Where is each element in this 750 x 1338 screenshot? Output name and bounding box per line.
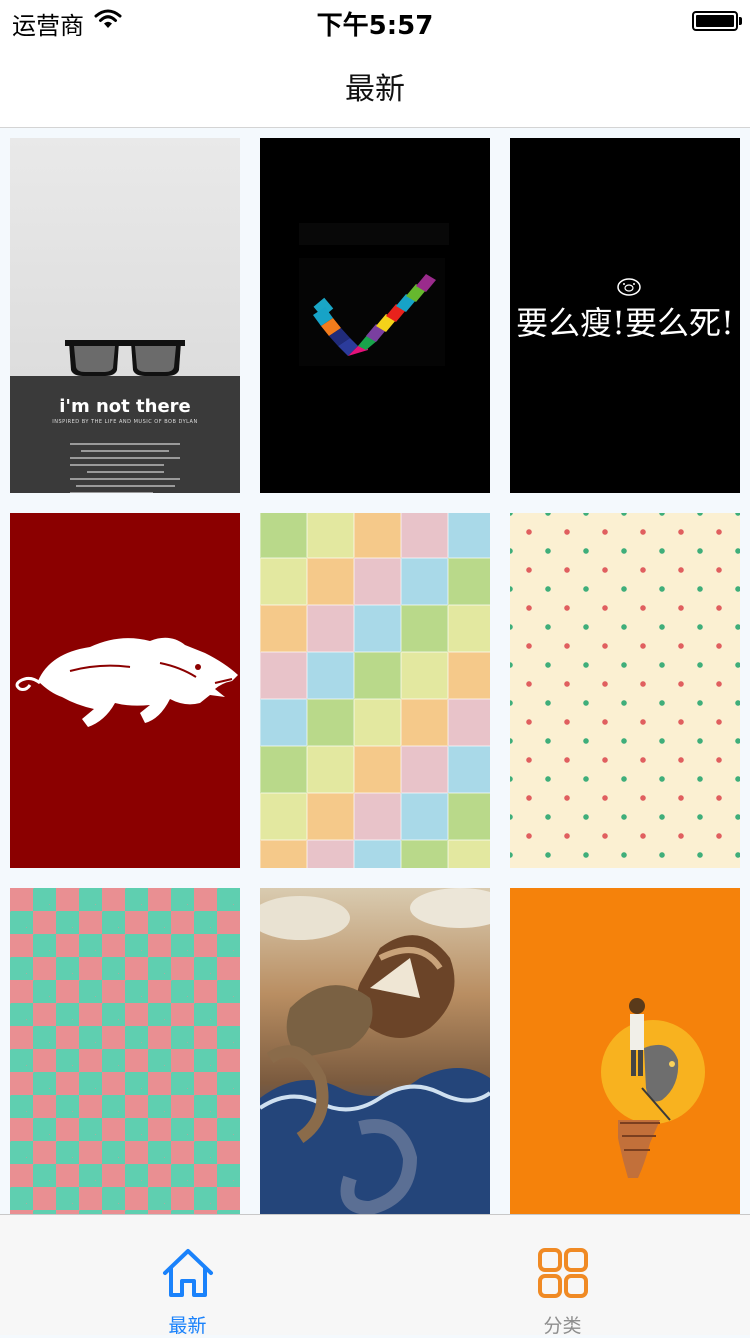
wallpaper-grid[interactable]: i'm not there INSPIRED BY THE LIFE AND M… bbox=[0, 128, 750, 1214]
tab-bar: 最新 分类 bbox=[0, 1214, 750, 1337]
quilt-patch bbox=[307, 699, 354, 746]
wallpaper-tile[interactable] bbox=[510, 513, 740, 868]
quilt-patch bbox=[354, 746, 401, 793]
quilt-patch bbox=[401, 558, 448, 605]
wallpaper-tile[interactable] bbox=[510, 888, 740, 1214]
checkmark-icon bbox=[313, 274, 436, 356]
wallpaper-tile[interactable] bbox=[10, 513, 240, 868]
quilt-patch bbox=[260, 699, 307, 746]
quilt-patch bbox=[448, 746, 490, 793]
quilt-patch bbox=[401, 746, 448, 793]
quilt-patch bbox=[260, 793, 307, 840]
quilt-patch bbox=[354, 840, 401, 868]
quilt-patch bbox=[354, 558, 401, 605]
battery-icon bbox=[692, 11, 742, 31]
quilt-patch bbox=[354, 605, 401, 652]
grid-icon bbox=[538, 1248, 588, 1298]
poster-title: i'm not there bbox=[59, 396, 191, 417]
quilt-patch bbox=[448, 699, 490, 746]
quilt-patch bbox=[354, 793, 401, 840]
lion-king-parody-illustration bbox=[618, 998, 679, 1178]
quilt-patch bbox=[307, 840, 354, 868]
octopus-illustration bbox=[260, 888, 490, 1214]
quilt-patch bbox=[260, 605, 307, 652]
sunglasses-icon bbox=[65, 340, 185, 376]
wallpaper-tile[interactable] bbox=[260, 138, 490, 493]
wallpaper-caption: 要么瘦!要么死! bbox=[516, 304, 734, 342]
quilt-patch bbox=[307, 746, 354, 793]
poster-credits bbox=[70, 443, 180, 493]
status-bar: 运营商 下午5:57 bbox=[0, 0, 750, 41]
home-icon bbox=[163, 1249, 213, 1297]
quilt-patch bbox=[307, 558, 354, 605]
quilt-patch bbox=[307, 793, 354, 840]
quilt-patch bbox=[307, 605, 354, 652]
quilt-patch bbox=[448, 652, 490, 699]
quilt-patch bbox=[307, 513, 354, 558]
quilt-patch bbox=[401, 699, 448, 746]
quilt-patch bbox=[260, 840, 307, 868]
wallpaper-tile[interactable] bbox=[260, 888, 490, 1214]
wallpaper-tile[interactable] bbox=[10, 888, 240, 1214]
tab-latest[interactable]: 最新 bbox=[0, 1215, 375, 1337]
status-time: 下午5:57 bbox=[316, 11, 434, 41]
razorback-hog-icon bbox=[15, 637, 238, 727]
quilt-patch bbox=[354, 652, 401, 699]
page-title: 最新 bbox=[345, 72, 405, 107]
quilt-patch bbox=[354, 513, 401, 558]
quilt-patch bbox=[354, 699, 401, 746]
quilt-patch bbox=[448, 558, 490, 605]
wallpaper-tile[interactable]: 要么瘦!要么死! bbox=[510, 138, 740, 493]
navigation-bar: 最新 bbox=[0, 40, 750, 128]
quilt-patch bbox=[260, 513, 307, 558]
quilt-patch bbox=[401, 840, 448, 868]
quilt-patch bbox=[401, 513, 448, 558]
quilt-patch bbox=[307, 652, 354, 699]
quilt-patch bbox=[401, 793, 448, 840]
pig-doodle-icon bbox=[617, 278, 641, 296]
quilt-patch bbox=[448, 793, 490, 840]
quilt-patch bbox=[448, 840, 490, 868]
quilt-patch bbox=[448, 605, 490, 652]
quilt-patch bbox=[260, 558, 307, 605]
poster-subtitle: INSPIRED BY THE LIFE AND MUSIC OF BOB DY… bbox=[52, 419, 198, 425]
quilt-patch bbox=[260, 746, 307, 793]
tab-category[interactable]: 分类 bbox=[375, 1215, 750, 1337]
quilt-patch bbox=[260, 652, 307, 699]
wallpaper-tile[interactable]: i'm not there INSPIRED BY THE LIFE AND M… bbox=[10, 138, 240, 493]
quilt-patch bbox=[401, 652, 448, 699]
quilt-patch bbox=[448, 513, 490, 558]
wallpaper-tile[interactable] bbox=[260, 513, 490, 868]
quilt-patch bbox=[401, 605, 448, 652]
